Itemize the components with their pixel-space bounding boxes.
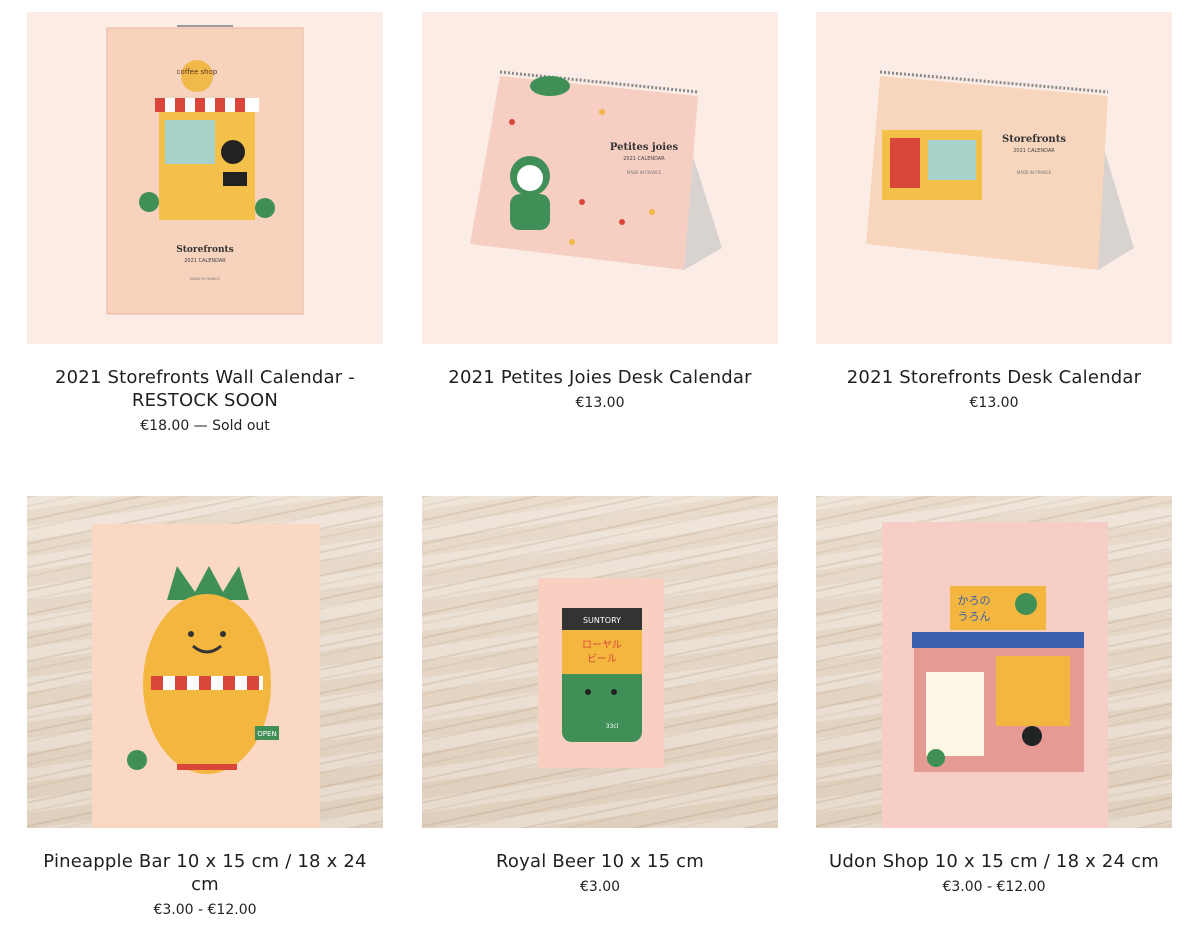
product-title[interactable]: 2021 Storefronts Desk Calendar [816,366,1172,389]
svg-text:2021 CALENDAR: 2021 CALENDAR [184,258,226,264]
product-title[interactable]: Udon Shop 10 x 15 cm / 18 x 24 cm [816,850,1172,873]
product-image[interactable]: Petites joies 2021 CALENDAR MADE IN FRAN… [422,12,778,344]
product-card-royal-beer[interactable]: SUNTORY ローヤル ビール 33cl Royal Beer 10 x 15… [422,496,778,896]
product-price: €13.00 [575,395,625,411]
product-price: €3.00 [579,879,621,895]
product-title[interactable]: 2021 Petites Joies Desk Calendar [422,366,778,389]
product-title[interactable]: Royal Beer 10 x 15 cm [422,850,778,873]
svg-text:ビール: ビール [587,653,617,665]
svg-text:Petites joies: Petites joies [610,142,679,153]
product-price: €13.00 [969,395,1019,411]
svg-text:coffee shop: coffee shop [177,68,218,76]
svg-text:33cl: 33cl [606,723,619,730]
svg-text:Storefronts: Storefronts [176,245,234,255]
svg-text:MADE IN FRANCE: MADE IN FRANCE [627,170,662,175]
product-card-storefronts-desk-calendar[interactable]: Storefronts 2021 CALENDAR MADE IN FRANCE… [816,12,1172,412]
svg-text:2021 CALENDAR: 2021 CALENDAR [1013,148,1055,154]
product-image[interactable]: かろの うろん [816,496,1172,828]
product-image[interactable]: OPEN [27,496,383,828]
product-title[interactable]: Pineapple Bar 10 x 15 cm / 18 x 24 cm [27,850,383,896]
product-card-storefronts-wall-calendar[interactable]: coffee shop Storefronts 2021 CALENDAR MA… [27,12,383,435]
product-image[interactable]: coffee shop Storefronts 2021 CALENDAR MA… [27,12,383,344]
svg-text:MADE IN FRANCE: MADE IN FRANCE [190,277,220,281]
product-card-udon-shop[interactable]: かろの うろん Udon Shop 10 x 15 cm / 18 x 24 c… [816,496,1172,896]
product-card-pineapple-bar[interactable]: OPEN Pineapple Bar 10 x 15 cm / 18 x 24 … [27,496,383,919]
product-title[interactable]: 2021 Storefronts Wall Calendar - RESTOCK… [27,366,383,412]
svg-text:2021 CALENDAR: 2021 CALENDAR [623,156,665,162]
svg-text:Storefronts: Storefronts [1002,134,1066,145]
svg-text:SUNTORY: SUNTORY [583,616,621,625]
product-price: €3.00 - €12.00 [153,902,257,918]
svg-text:OPEN: OPEN [257,730,276,738]
svg-text:うろん: うろん [958,610,991,623]
product-card-petites-joies-desk-calendar[interactable]: Petites joies 2021 CALENDAR MADE IN FRAN… [422,12,778,412]
svg-text:ローヤル: ローヤル [582,640,622,651]
svg-text:MADE IN FRANCE: MADE IN FRANCE [1017,170,1052,175]
product-price: €3.00 - €12.00 [942,879,1046,895]
product-grid: coffee shop Storefronts 2021 CALENDAR MA… [0,0,1200,934]
svg-text:かろの: かろの [958,594,991,607]
product-image[interactable]: Storefronts 2021 CALENDAR MADE IN FRANCE [816,12,1172,344]
product-image[interactable]: SUNTORY ローヤル ビール 33cl [422,496,778,828]
product-price: €18.00 — Sold out [140,418,270,434]
